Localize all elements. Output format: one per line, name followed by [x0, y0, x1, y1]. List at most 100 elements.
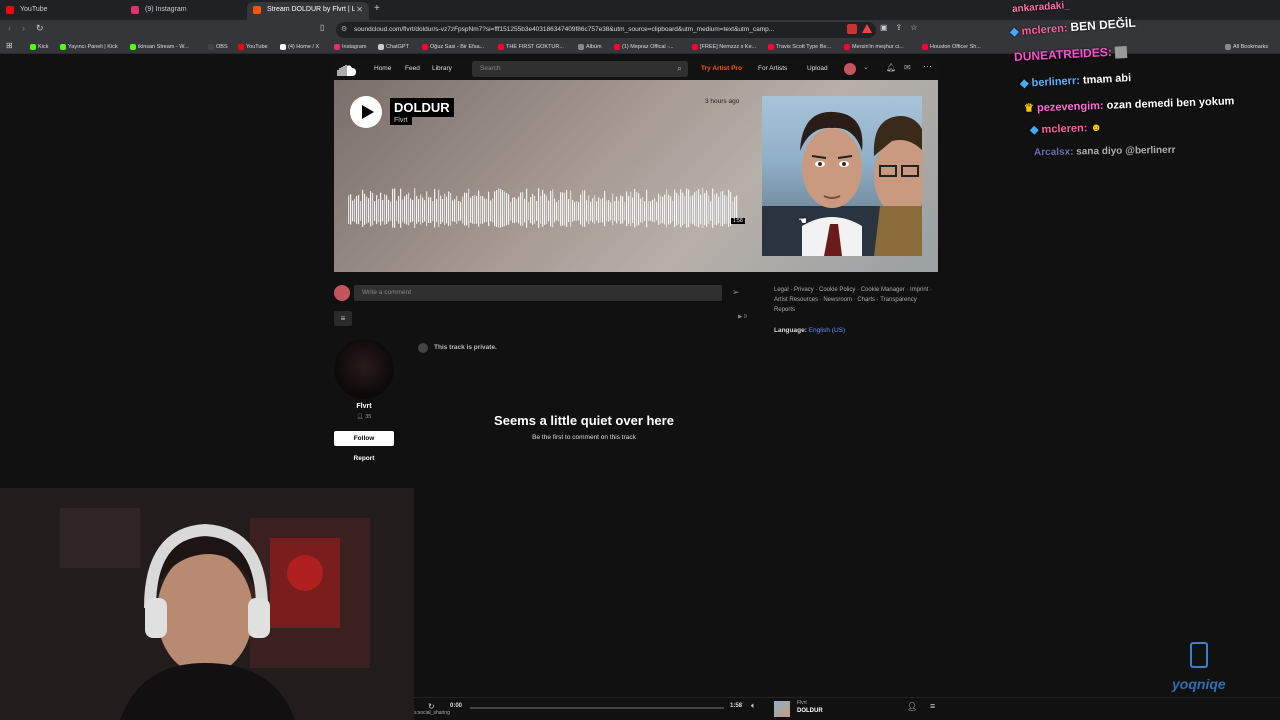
- brave-shield-icon[interactable]: [847, 24, 857, 34]
- artist-avatar[interactable]: [334, 339, 394, 399]
- avatar[interactable]: [844, 63, 856, 75]
- tab-soundcloud[interactable]: Stream DOLDUR by Flvrt | Listen ✕: [247, 2, 369, 20]
- bookmark-houston[interactable]: Houston Officer Sh...: [922, 40, 981, 54]
- send-icon[interactable]: ➢: [732, 287, 740, 298]
- bookmark-mersin[interactable]: Mersin'in meşhur ci...: [844, 40, 904, 54]
- upload-link[interactable]: Upload: [807, 58, 828, 80]
- waveform-bar: [680, 189, 682, 228]
- chat-text: tmam abi: [1082, 72, 1132, 87]
- waveform-bar: [408, 192, 410, 226]
- waveform-bar: [418, 198, 420, 223]
- now-playing-artwork[interactable]: [774, 701, 790, 717]
- more-icon[interactable]: ⋯: [923, 61, 932, 72]
- waveform-bar: [420, 194, 422, 225]
- nav-library[interactable]: Library: [432, 58, 452, 80]
- waveform-bar: [532, 193, 534, 225]
- now-playing-artist[interactable]: Flvrt: [797, 700, 807, 706]
- now-playing-title[interactable]: DOLDUR: [797, 708, 823, 714]
- forward-icon[interactable]: ›: [22, 23, 25, 33]
- waveform-bar: [602, 198, 604, 223]
- new-tab-button[interactable]: +: [374, 3, 380, 14]
- artist-name[interactable]: Flvrt: [334, 403, 394, 410]
- report-button[interactable]: Report: [334, 455, 394, 462]
- legal-links[interactable]: Legal · Privacy · Cookie Policy · Cookie…: [774, 285, 934, 315]
- track-duration: 1:58: [731, 218, 745, 224]
- waveform-bar: [534, 195, 536, 224]
- extension-icons[interactable]: ▣⇪☆: [880, 23, 925, 32]
- mail-icon[interactable]: ✉: [904, 63, 911, 72]
- search-input[interactable]: Search ⌕: [472, 61, 688, 77]
- comment-input[interactable]: Write a comment: [354, 285, 722, 301]
- bookmark-ikinsan-stream[interactable]: ikinsan Stream - W...: [130, 40, 189, 54]
- apps-grid-icon[interactable]: ⊞: [6, 41, 13, 50]
- bookmark-kick[interactable]: Kick: [30, 40, 48, 54]
- nav-feed[interactable]: Feed: [405, 58, 420, 80]
- search-icon[interactable]: ⌕: [677, 63, 682, 74]
- waveform-bar: [496, 190, 498, 227]
- followers-icon: 👤︎: [356, 414, 364, 420]
- badge-icon: ◆: [1009, 25, 1020, 39]
- bookmark-obs[interactable]: OBS: [208, 40, 228, 54]
- waveform-bar: [720, 191, 722, 227]
- url-field[interactable]: ⚙ soundcloud.com/flvrt/doldur/s-vz7zFpsp…: [336, 22, 876, 38]
- try-artist-pro-link[interactable]: Try Artist Pro: [701, 58, 742, 80]
- follow-artist-icon[interactable]: 👤︎: [907, 702, 917, 711]
- repeat-icon[interactable]: ↻: [428, 702, 435, 711]
- bookmark-instagram[interactable]: Instagram: [334, 40, 366, 54]
- waveform[interactable]: [348, 188, 740, 240]
- bookmark-first-gokturk[interactable]: THE FIRST GOKTUR...: [498, 40, 564, 54]
- tab-instagram[interactable]: (9) Instagram: [125, 2, 247, 20]
- waveform-bar: [436, 198, 438, 223]
- chat-message: Arcalsx: sana diyo @berlinerr: [1034, 145, 1176, 158]
- chevron-down-icon[interactable]: ⌄: [863, 63, 869, 71]
- waveform-bar: [568, 199, 570, 223]
- waveform-bar: [456, 195, 458, 224]
- waveform-bar: [354, 198, 356, 223]
- all-bookmarks[interactable]: All Bookmarks: [1225, 40, 1268, 54]
- waveform-bar: [628, 195, 630, 224]
- waveform-bar: [558, 200, 560, 222]
- waveform-bar: [402, 199, 404, 222]
- progress-bar[interactable]: [470, 707, 724, 709]
- site-info-icon[interactable]: ⚙: [341, 22, 347, 38]
- chat-user: Arcalsx:: [1033, 146, 1074, 159]
- instagram-icon: [131, 6, 139, 14]
- bookmark-travis-scott[interactable]: Travis Scott Type Be...: [768, 40, 831, 54]
- bell-icon[interactable]: 🔔︎: [886, 63, 896, 72]
- waveform-bar: [572, 199, 574, 222]
- rewards-icon[interactable]: [862, 24, 872, 33]
- waveform-bar: [592, 198, 594, 223]
- bookmark-album[interactable]: Albüm: [578, 40, 602, 54]
- more-actions-button[interactable]: ≡: [334, 311, 352, 326]
- bookmark-chatgpt[interactable]: ChatGPT: [378, 40, 409, 54]
- soundcloud-logo-icon[interactable]: [334, 63, 358, 76]
- reload-icon[interactable]: ↻: [36, 23, 44, 34]
- bookmark-youtube[interactable]: YouTube: [238, 40, 268, 54]
- track-artwork[interactable]: [762, 96, 922, 256]
- bookmark-oguz-sasi[interactable]: Oğuz Sasi - Bir Efsa...: [422, 40, 484, 54]
- bookmark-x-home[interactable]: (4) Home / X: [280, 40, 319, 54]
- waveform-bar: [384, 194, 386, 225]
- for-artists-link[interactable]: For Artists: [758, 58, 787, 80]
- language-selector[interactable]: Language: English (US): [774, 327, 845, 334]
- follow-button[interactable]: Follow: [334, 431, 394, 446]
- tab-youtube[interactable]: YouTube: [0, 2, 125, 20]
- bookmark-yayinci-paneli[interactable]: Yayıncı Paneli | Kick: [60, 40, 118, 54]
- volume-icon[interactable]: 🔈︎: [751, 701, 756, 711]
- queue-icon[interactable]: ≡: [930, 701, 935, 711]
- back-icon[interactable]: ‹: [8, 23, 11, 33]
- bookmark-mepraz[interactable]: (1) Mepraz Offical -...: [614, 40, 674, 54]
- artist-followers[interactable]: 👤︎ 35: [334, 414, 394, 420]
- waveform-bar: [396, 200, 398, 222]
- track-artist[interactable]: Flvrt: [390, 116, 412, 125]
- play-button[interactable]: [350, 96, 382, 128]
- close-icon[interactable]: ✕: [356, 2, 363, 18]
- nav-home[interactable]: Home: [374, 58, 391, 80]
- waveform-bar: [446, 196, 448, 224]
- bookmark-free-nemzzz[interactable]: [FREE] Nemzzz x Ke...: [692, 40, 756, 54]
- private-notice: This track is private.: [434, 344, 497, 351]
- waveform-bar: [502, 189, 504, 227]
- waveform-bar: [352, 200, 354, 222]
- language-value[interactable]: English (US): [809, 327, 845, 334]
- bookmark-star-icon[interactable]: ▯: [320, 23, 324, 32]
